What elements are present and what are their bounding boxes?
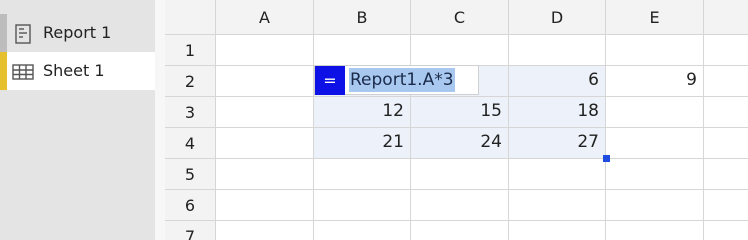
table-grid-icon [12, 64, 34, 80]
sheet-grid[interactable]: A B C D E 1 2 3 4 5 6 7 6 9 12 15 18 21 … [165, 0, 748, 240]
sidebar: Report 1 Sheet 1 [0, 0, 155, 240]
cell-d4[interactable]: 27 [508, 127, 605, 157]
cell-d2[interactable]: 9 [605, 65, 703, 95]
active-sheet-marker [0, 52, 7, 90]
row-header-7[interactable]: 7 [165, 221, 215, 240]
column-header-d[interactable]: D [509, 0, 605, 34]
cell-c2[interactable]: 6 [508, 65, 605, 95]
sidebar-divider [155, 0, 165, 240]
cell-c3[interactable]: 15 [410, 96, 508, 126]
row-header-6[interactable]: 6 [165, 190, 215, 220]
report-icon [15, 24, 31, 44]
sidebar-item-sheet-1[interactable]: Sheet 1 [0, 52, 155, 90]
spreadsheet-app: Report 1 Sheet 1 A B C D E 1 2 3 4 5 6 7… [0, 0, 748, 240]
sidebar-item-label: Sheet 1 [43, 61, 105, 80]
fill-handle[interactable] [603, 155, 610, 162]
column-header-b[interactable]: B [314, 0, 410, 34]
cell-editor[interactable]: = Report1.A*3 [314, 65, 479, 95]
column-header-e[interactable]: E [606, 0, 703, 34]
sidebar-item-marker [0, 14, 7, 52]
cell-b3[interactable]: 12 [313, 96, 410, 126]
column-header-c[interactable]: C [411, 0, 508, 34]
row-header-1[interactable]: 1 [165, 35, 215, 65]
cell-b4[interactable]: 21 [313, 127, 410, 157]
formula-equals-icon: = [315, 66, 345, 95]
row-header-5[interactable]: 5 [165, 159, 215, 189]
row-header-2[interactable]: 2 [165, 66, 215, 96]
sidebar-item-report-1[interactable]: Report 1 [0, 14, 155, 52]
sidebar-item-label: Report 1 [43, 23, 112, 42]
formula-input[interactable]: Report1.A*3 [349, 68, 455, 92]
cell-d3[interactable]: 18 [508, 96, 605, 126]
row-header-4[interactable]: 4 [165, 128, 215, 158]
row-header-3[interactable]: 3 [165, 97, 215, 127]
column-header-a[interactable]: A [216, 0, 313, 34]
cell-c4[interactable]: 24 [410, 127, 508, 157]
